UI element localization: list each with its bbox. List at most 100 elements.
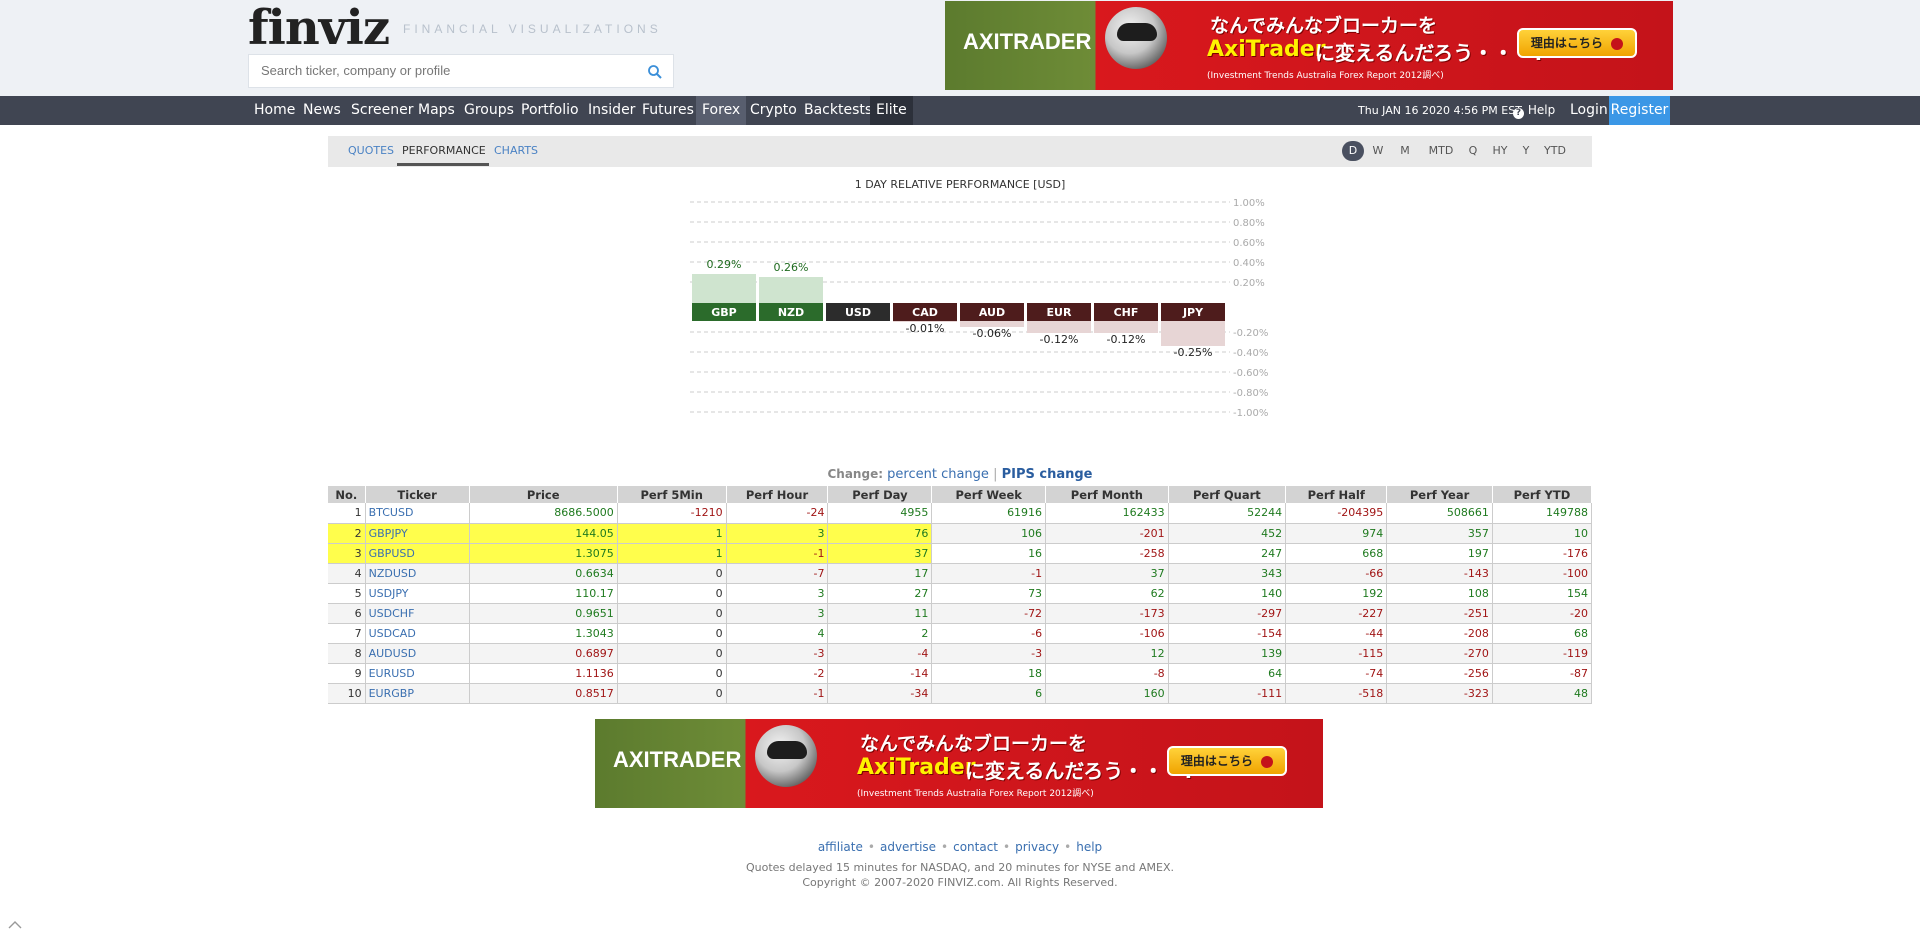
footer-link-affiliate[interactable]: affiliate	[818, 840, 863, 854]
table-row[interactable]: 3 GBPUSD 1.3075 1 -1 37 16 -258 247 668 197 -176	[328, 543, 1593, 564]
y-tick-label: -0.80%	[1233, 388, 1268, 399]
price-cell: 0.6634	[469, 563, 618, 584]
column-header[interactable]: Ticker	[365, 486, 470, 503]
ticker-link[interactable]: GBPJPY	[365, 523, 470, 544]
footer-copyright: Copyright © 2007-2020 FINVIZ.com. All Ri…	[802, 876, 1118, 889]
perf-cell: -111	[1168, 683, 1287, 704]
ticker-link[interactable]: USDCAD	[365, 623, 470, 644]
ad-line2b: に変えるんだろう・・・?	[965, 759, 1195, 783]
nav-crypto[interactable]: Crypto	[744, 96, 803, 125]
ticker-link[interactable]: EURGBP	[365, 683, 470, 704]
ticker-link[interactable]: EURUSD	[365, 663, 470, 684]
category-label: EUR	[1047, 306, 1072, 319]
nav-home[interactable]: Home	[248, 96, 301, 125]
nav-groups[interactable]: Groups	[458, 96, 520, 125]
play-icon	[1611, 37, 1624, 50]
nav-login[interactable]: Login	[1564, 96, 1614, 125]
nav-backtests[interactable]: Backtests	[798, 96, 878, 125]
perf-cell: -258	[1045, 543, 1169, 564]
perf-cell: -87	[1492, 663, 1593, 684]
table-row[interactable]: 7 USDCAD 1.3043 0 4 2 -6 -106 -154 -44 -208 68	[328, 623, 1593, 644]
ad-cta-label: 理由はこちら	[1530, 36, 1603, 50]
nav-register[interactable]: Register	[1609, 96, 1670, 125]
column-header[interactable]: Perf Day	[827, 486, 933, 503]
footer-separator: •	[941, 840, 949, 854]
ticker-link[interactable]: USDJPY	[365, 583, 470, 604]
table-row[interactable]: 5 USDJPY 110.17 0 3 27 73 62 140 192 108 154	[328, 583, 1593, 604]
perf-cell: 37	[1045, 563, 1169, 584]
nav-futures[interactable]: Futures	[636, 96, 700, 125]
column-header[interactable]: Perf Half	[1285, 486, 1388, 503]
tab-quotes[interactable]: QUOTES	[348, 144, 394, 157]
nav-help[interactable]: ? Help	[1513, 96, 1555, 125]
period-m[interactable]: M	[1394, 141, 1416, 161]
search-box[interactable]	[248, 54, 674, 88]
ticker-link[interactable]: AUDUSD	[365, 643, 470, 664]
bar	[692, 274, 756, 303]
perf-cell: 343	[1168, 563, 1287, 584]
column-header[interactable]: No.	[328, 486, 366, 503]
row-number-cell: 1	[328, 503, 366, 524]
pips-change-link[interactable]: PIPS change	[1002, 467, 1093, 482]
ticker-link[interactable]: GBPUSD	[365, 543, 470, 564]
table-row[interactable]: 6 USDCHF 0.9651 0 3 11 -72 -173 -297 -227 -251 -20	[328, 603, 1593, 624]
column-header[interactable]: Perf 5Min	[617, 486, 727, 503]
column-header[interactable]: Price	[469, 486, 618, 503]
nav-forex[interactable]: Forex	[696, 96, 747, 125]
perf-cell: 10	[1492, 523, 1593, 544]
nav-insider[interactable]: Insider	[582, 96, 641, 125]
column-header[interactable]: Perf Month	[1045, 486, 1169, 503]
footer-link-privacy[interactable]: privacy	[1015, 840, 1059, 854]
footer-link-advertise[interactable]: advertise	[880, 840, 936, 854]
tab-charts[interactable]: CHARTS	[494, 144, 538, 157]
perf-cell: 18	[931, 663, 1047, 684]
period-ytd[interactable]: YTD	[1540, 141, 1570, 161]
nav-portfolio[interactable]: Portfolio	[515, 96, 585, 125]
nav-news[interactable]: News	[297, 96, 347, 125]
ad-small-print: (Investment Trends Australia Forex Repor…	[857, 789, 1094, 799]
search-input[interactable]	[261, 63, 631, 78]
table-row[interactable]: 9 EURUSD 1.1136 0 -2 -14 18 -8 64 -74 -256 -87	[328, 663, 1593, 684]
period-y[interactable]: Y	[1518, 141, 1534, 161]
perf-cell: 0	[617, 603, 727, 624]
ad-cta-button[interactable]: 理由はこちら	[1517, 28, 1637, 58]
tab-performance[interactable]: PERFORMANCE	[402, 144, 486, 157]
nav-elite[interactable]: Elite	[870, 96, 913, 125]
ad-banner-bottom[interactable]: AXITRADER なんでみんなブローカーを AxiTrader に変えるんだろ…	[595, 719, 1323, 808]
table-row[interactable]: 4 NZDUSD 0.6634 0 -7 17 -1 37 343 -66 -143 -100	[328, 563, 1593, 584]
footer-link-contact[interactable]: contact	[953, 840, 998, 854]
footer-link-help[interactable]: help	[1076, 840, 1102, 854]
perf-cell: -251	[1386, 603, 1493, 624]
ticker-link[interactable]: BTCUSD	[365, 503, 470, 524]
table-row[interactable]: 8 AUDUSD 0.6897 0 -3 -4 -3 12 139 -115 -270 -119	[328, 643, 1593, 664]
search-icon[interactable]	[647, 64, 663, 80]
column-header[interactable]: Perf YTD	[1492, 486, 1593, 503]
period-w[interactable]: W	[1368, 141, 1388, 161]
finviz-logo[interactable]: finviz	[248, 0, 390, 56]
ad-banner-top[interactable]: AXITRADER なんでみんなブローカーを AxiTrader に変えるんだろ…	[945, 1, 1673, 90]
row-number-cell: 10	[328, 683, 366, 704]
scroll-to-top-icon[interactable]	[8, 920, 22, 930]
period-mtd[interactable]: MTD	[1424, 141, 1458, 161]
perf-cell: -6	[931, 623, 1047, 644]
data-label: -0.06%	[973, 327, 1012, 340]
column-header[interactable]: Perf Quart	[1168, 486, 1287, 503]
column-header[interactable]: Perf Hour	[726, 486, 829, 503]
column-header[interactable]: Perf Year	[1386, 486, 1493, 503]
nav-screener[interactable]: Screener	[345, 96, 420, 125]
column-header[interactable]: Perf Week	[931, 486, 1047, 503]
period-d[interactable]: D	[1342, 141, 1364, 161]
table-row[interactable]: 1 BTCUSD 8686.5000 -1210 -24 4955 61916 162433 5…	[328, 503, 1593, 524]
table-row[interactable]: 10 EURGBP 0.8517 0 -1 -34 6 160 -111 -518 -323 48	[328, 683, 1593, 704]
perf-cell: -74	[1285, 663, 1388, 684]
table-row[interactable]: 2 GBPJPY 144.05 1 3 76 106 -201 452 974 357 10	[328, 523, 1593, 544]
perf-cell: 11	[827, 603, 933, 624]
ticker-link[interactable]: NZDUSD	[365, 563, 470, 584]
ad-cta-button[interactable]: 理由はこちら	[1167, 746, 1287, 776]
period-q[interactable]: Q	[1464, 141, 1482, 161]
percent-change-link[interactable]: percent change	[887, 467, 989, 482]
nav-maps[interactable]: Maps	[412, 96, 461, 125]
ticker-link[interactable]: USDCHF	[365, 603, 470, 624]
table-header-row: No. Ticker Price Perf 5Min Perf Hour Perf Day…	[328, 486, 1593, 503]
period-hy[interactable]: HY	[1488, 141, 1512, 161]
